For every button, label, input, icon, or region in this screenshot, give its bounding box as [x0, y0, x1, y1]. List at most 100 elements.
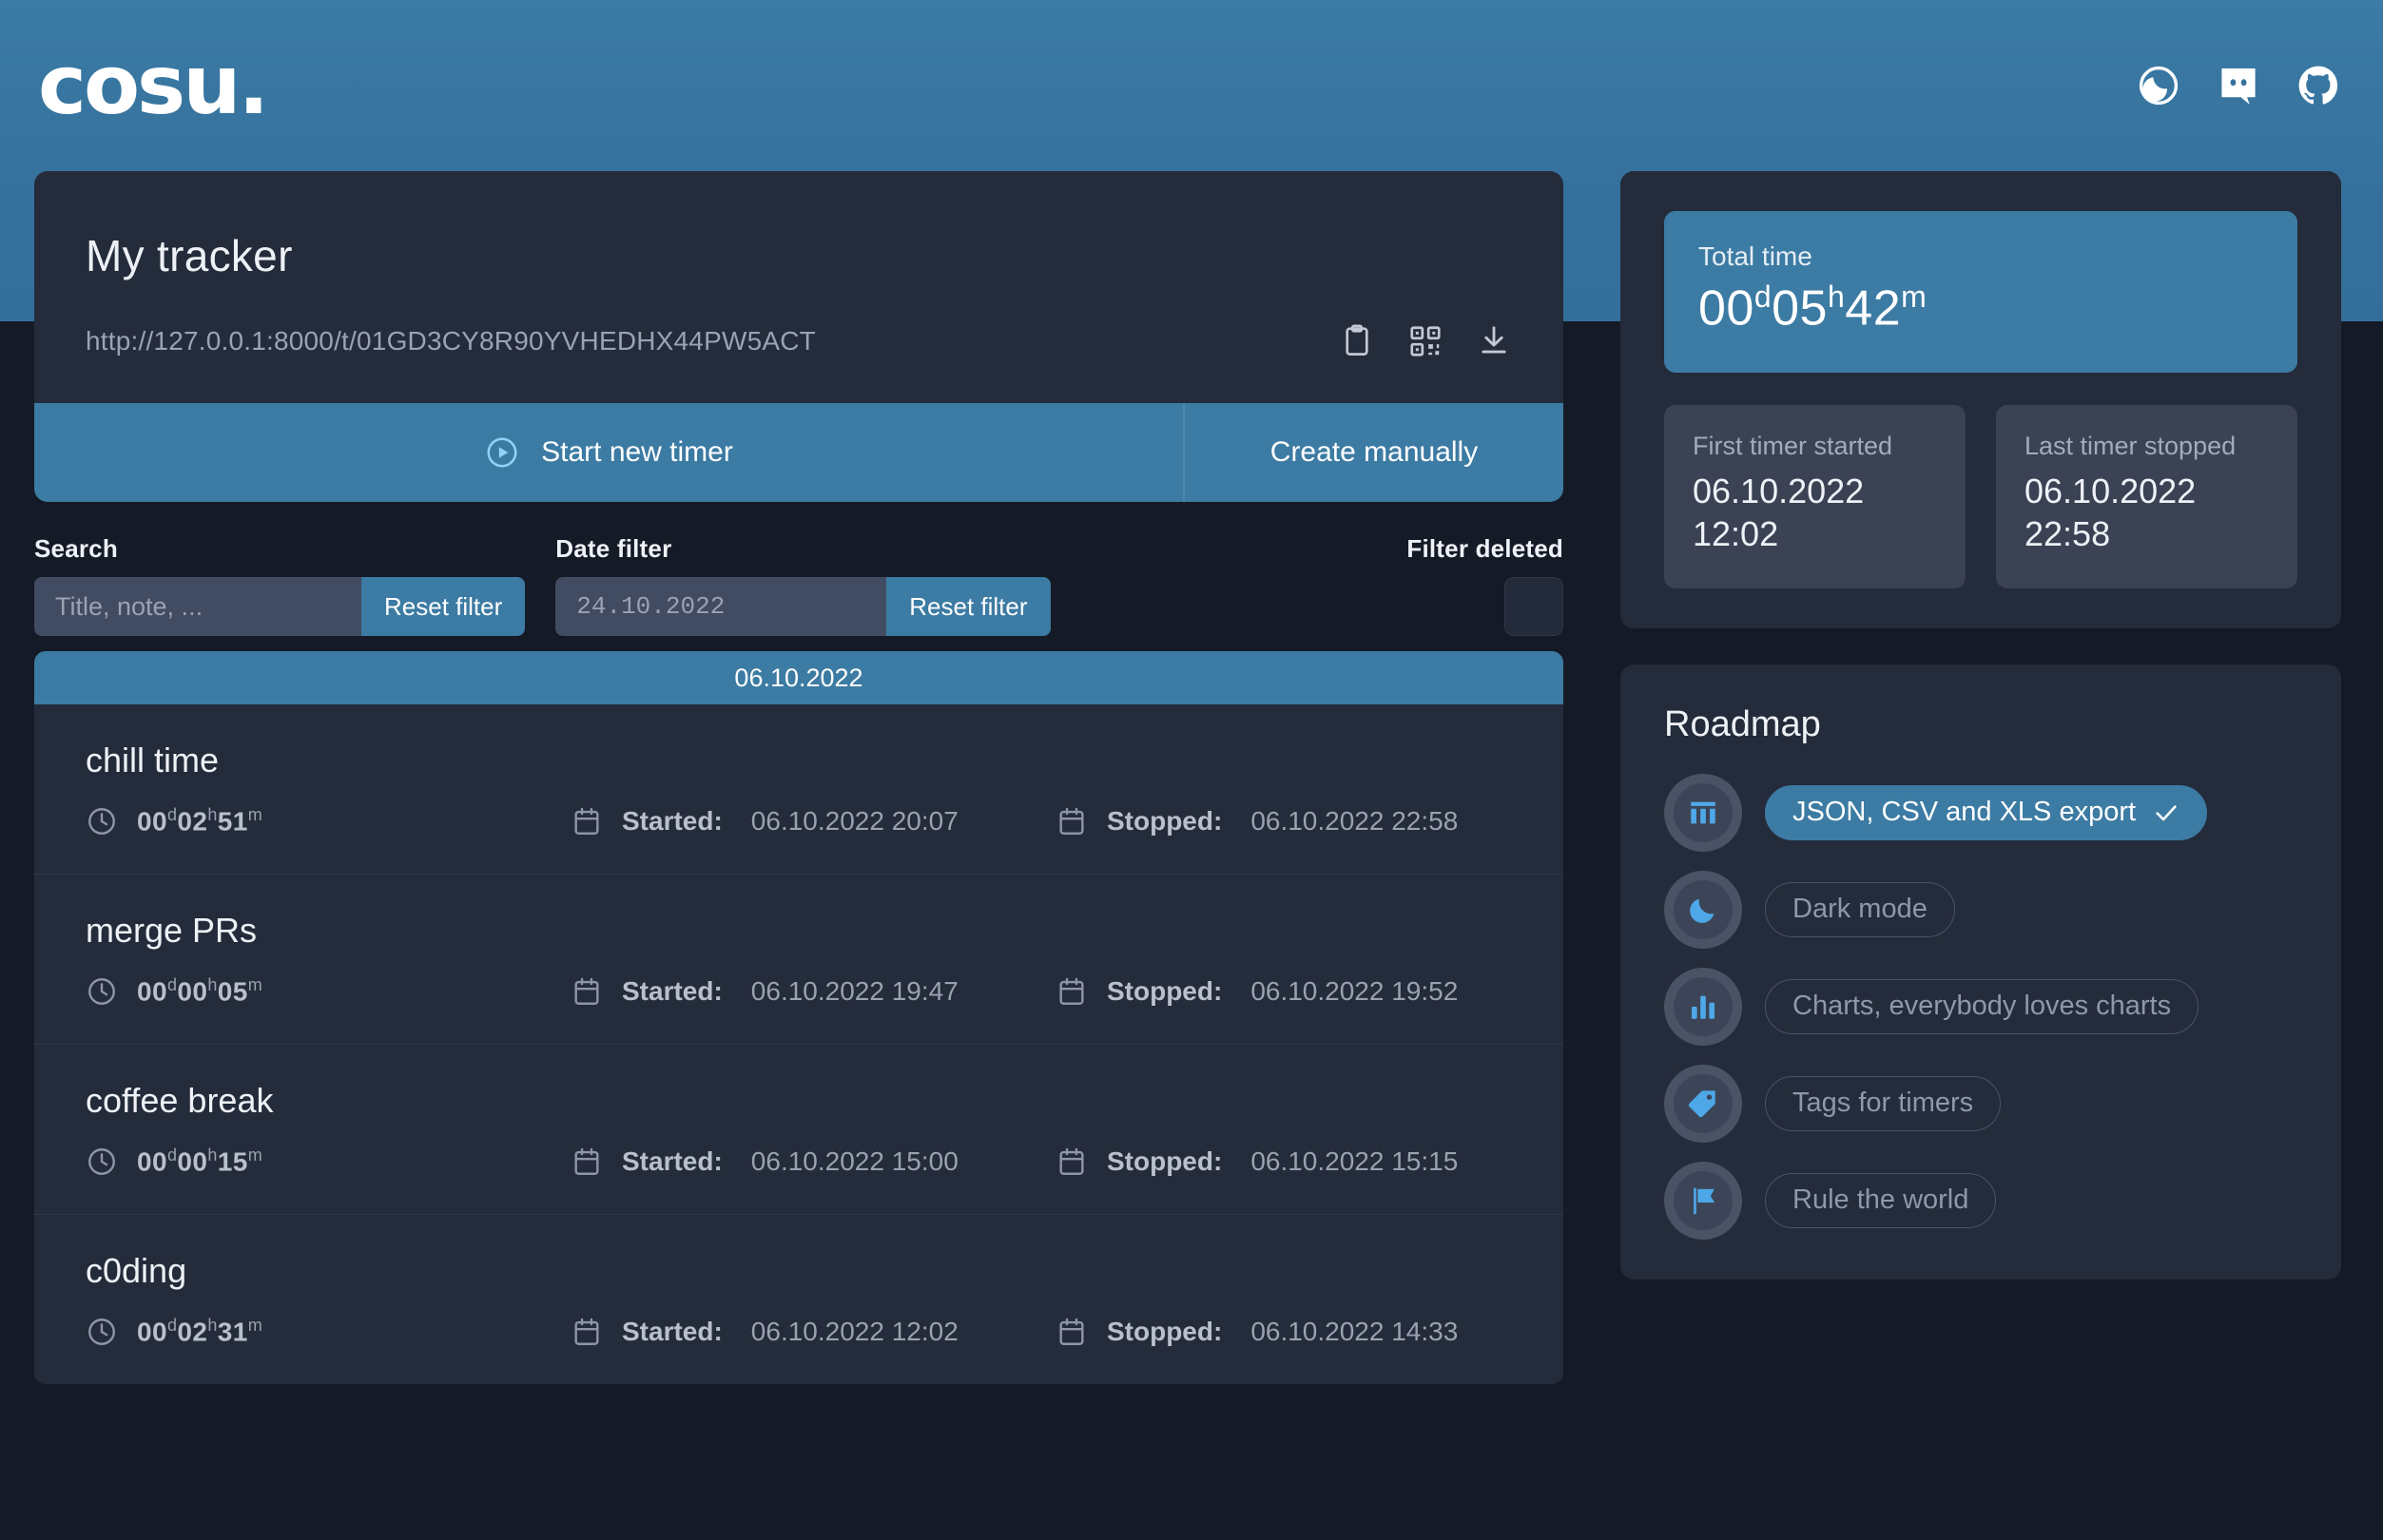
calendar-icon	[571, 1316, 603, 1348]
tracker-url-actions	[1339, 323, 1512, 359]
total-time-card: Total time 00d05h42m	[1664, 211, 2297, 374]
roadmap-icon-badge	[1664, 870, 1742, 949]
last-timer-stopped-date: 06.10.2022	[2025, 472, 2197, 511]
first-timer-started-card: First timer started 06.10.2022 12:02	[1664, 405, 1966, 588]
timer-duration-value: 00d02h51m	[137, 805, 263, 837]
roadmap-item-label: JSON, CSV and XLS export	[1792, 797, 2137, 828]
filter-deleted-group: Filter deleted	[1406, 534, 1563, 636]
date-filter-control: Reset filter	[555, 577, 1051, 636]
roadmap-item-label: Dark mode	[1792, 894, 1928, 925]
roadmap-icon-badge	[1664, 1161, 1742, 1240]
roadmap-icon-badge	[1664, 1064, 1742, 1143]
start-new-timer-button[interactable]: Start new timer	[34, 403, 1183, 502]
timer-stopped-label: Stopped:	[1107, 976, 1223, 1006]
timer-started-label: Started:	[622, 1146, 723, 1176]
first-timer-started-label: First timer started	[1693, 432, 1893, 461]
timer-duration: 00d00h05m	[86, 975, 571, 1008]
table-row[interactable]: coffee break 00d00h15m Started: 06.10.20…	[34, 1045, 1563, 1215]
table-row[interactable]: c0ding 00d02h31m Started: 06.10.2022 12:…	[34, 1215, 1563, 1384]
roadmap-icon-inner	[1674, 879, 1733, 939]
table-row[interactable]: merge PRs 00d00h05m Started: 06.10.2022 …	[34, 875, 1563, 1045]
timer-list: 06.10.2022 chill time 00d02h51m Started:…	[34, 651, 1563, 1384]
timer-meta: 00d02h31m Started: 06.10.2022 12:02 Stop…	[86, 1316, 1512, 1348]
flag-icon	[1687, 1184, 1719, 1217]
total-time-label: Total time	[1698, 241, 1812, 271]
calendar-icon	[571, 805, 603, 837]
calendar-icon	[1056, 1316, 1088, 1348]
last-timer-stopped-card: Last timer stopped 06.10.2022 22:58	[1996, 405, 2297, 588]
timer-duration: 00d02h31m	[86, 1316, 571, 1348]
timer-name: chill time	[86, 741, 220, 780]
tracker-column: My tracker http://127.0.0.1:8000/t/01GD3…	[34, 171, 1563, 1384]
moon-icon	[1687, 894, 1719, 926]
timer-stopped: Stopped: 06.10.2022 14:33	[1056, 1316, 1458, 1348]
timer-stopped-label: Stopped:	[1107, 1317, 1223, 1346]
create-manually-button[interactable]: Create manually	[1183, 403, 1563, 502]
roadmap-pill: JSON, CSV and XLS export	[1765, 784, 2208, 840]
sidebar-column: Total time 00d05h42m First timer started…	[1620, 171, 2341, 1280]
qr-code-icon[interactable]	[1407, 323, 1443, 359]
roadmap-item-dark-mode[interactable]: Dark mode	[1664, 870, 2297, 949]
tracker-title: My tracker	[86, 231, 293, 280]
timer-stopped-value: 06.10.2022 22:58	[1250, 806, 1459, 836]
app-root: cosu. My tracker http://127.0.0.1:8000/t…	[0, 0, 2383, 1540]
tracker-url: http://127.0.0.1:8000/t/01GD3CY8R90YVHED…	[86, 326, 816, 356]
filter-deleted-checkbox[interactable]	[1504, 577, 1563, 636]
roadmap-item-label: Rule the world	[1792, 1184, 1969, 1216]
clock-icon	[86, 975, 118, 1008]
timer-started: Started: 06.10.2022 15:00	[571, 1145, 1056, 1178]
roadmap-item-tags[interactable]: Tags for timers	[1664, 1064, 2297, 1143]
timer-duration-value: 00d02h31m	[137, 1316, 263, 1347]
dark-mode-toggle-icon[interactable]	[2136, 63, 2181, 108]
app-logo: cosu.	[38, 38, 269, 133]
timer-stopped-value: 06.10.2022 19:52	[1250, 976, 1459, 1006]
last-timer-stopped-label: Last timer stopped	[2025, 432, 2237, 461]
timer-stopped: Stopped: 06.10.2022 22:58	[1056, 805, 1458, 837]
calendar-icon	[1056, 805, 1088, 837]
timer-name: c0ding	[86, 1251, 187, 1290]
timer-started: Started: 06.10.2022 19:47	[571, 975, 1056, 1008]
discord-icon[interactable]	[2216, 63, 2261, 108]
last-timer-stopped-time: 22:58	[2025, 513, 2111, 553]
header-actions	[2136, 63, 2341, 108]
roadmap-pill: Tags for timers	[1765, 1075, 2002, 1131]
roadmap-icon-badge	[1664, 967, 1742, 1046]
roadmap-icon-inner	[1674, 782, 1733, 842]
tag-icon	[1687, 1088, 1719, 1120]
play-circle-icon	[484, 434, 520, 471]
table-row[interactable]: chill time 00d02h51m Started: 06.10.2022…	[34, 704, 1563, 875]
calendar-icon	[1056, 975, 1088, 1008]
search-filter-group: Search Reset filter	[34, 534, 526, 636]
roadmap-item-charts[interactable]: Charts, everybody loves charts	[1664, 967, 2297, 1046]
date-reset-filter-button[interactable]: Reset filter	[886, 577, 1051, 636]
create-manually-label: Create manually	[1269, 436, 1479, 468]
search-input[interactable]	[34, 577, 361, 636]
copy-link-icon[interactable]	[1339, 323, 1375, 359]
filter-deleted-label: Filter deleted	[1406, 534, 1563, 563]
timer-stopped-value: 06.10.2022 14:33	[1250, 1317, 1459, 1346]
roadmap-item-label: Tags for timers	[1792, 1088, 1974, 1119]
roadmap-item-rule-the-world[interactable]: Rule the world	[1664, 1161, 2297, 1240]
download-icon[interactable]	[1476, 323, 1512, 359]
roadmap-icon-badge	[1664, 773, 1742, 852]
clock-icon	[86, 1145, 118, 1178]
roadmap-icon-inner	[1674, 1073, 1733, 1133]
github-icon[interactable]	[2296, 63, 2341, 108]
roadmap-title: Roadmap	[1664, 703, 1821, 744]
first-timer-started-date: 06.10.2022	[1693, 472, 1865, 511]
main-content: My tracker http://127.0.0.1:8000/t/01GD3…	[0, 171, 2383, 1384]
clock-icon	[86, 805, 118, 837]
app-header: cosu.	[0, 0, 2383, 171]
calendar-icon	[571, 975, 603, 1008]
timer-started: Started: 06.10.2022 20:07	[571, 805, 1056, 837]
roadmap-item-export[interactable]: JSON, CSV and XLS export	[1664, 773, 2297, 852]
date-filter-input[interactable]	[555, 577, 887, 636]
timer-started: Started: 06.10.2022 12:02	[571, 1316, 1056, 1348]
timer-stopped-label: Stopped:	[1107, 1146, 1223, 1176]
calendar-icon	[1056, 1145, 1088, 1178]
search-control: Reset filter	[34, 577, 526, 636]
search-reset-filter-button[interactable]: Reset filter	[361, 577, 526, 636]
timer-list-date-header: 06.10.2022	[34, 651, 1563, 704]
date-filter-group: Date filter Reset filter	[555, 534, 1051, 636]
check-icon	[2153, 799, 2180, 826]
